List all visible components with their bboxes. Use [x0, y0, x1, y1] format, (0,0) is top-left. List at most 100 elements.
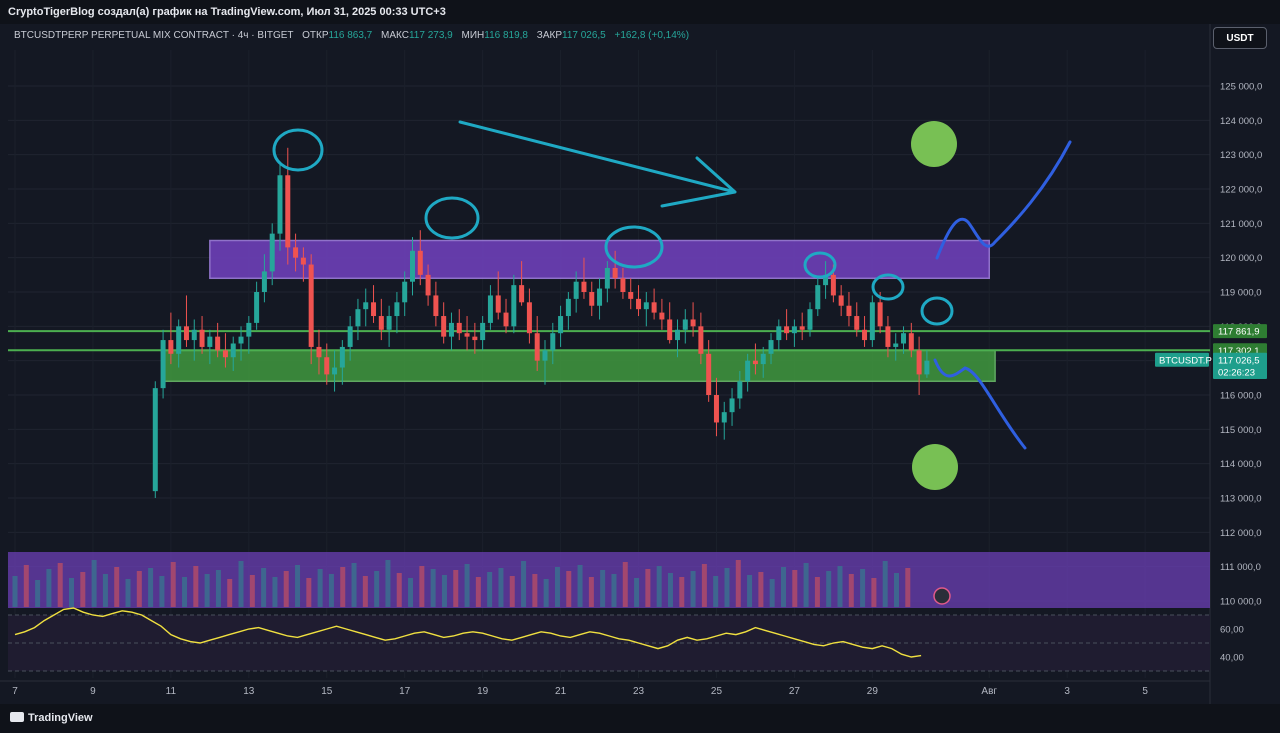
- volume-bar: [475, 577, 481, 607]
- y-tick-label: 113 000,0: [1220, 494, 1262, 505]
- candle-body: [838, 295, 844, 306]
- candle-body: [503, 312, 509, 327]
- candle-body: [830, 274, 836, 296]
- candle-body: [324, 357, 330, 375]
- candle-body: [877, 302, 883, 327]
- volume-bar: [385, 560, 391, 607]
- volume-bar: [396, 573, 402, 607]
- volume-bar: [419, 566, 425, 607]
- x-tick-label: 9: [90, 686, 96, 697]
- high-value: 117 273,9: [408, 30, 453, 41]
- tradingview-logo[interactable]: TradingView: [10, 712, 93, 724]
- candle-body: [222, 350, 228, 358]
- volume-bar: [328, 574, 334, 607]
- ohlc-legend: BTCUSDTPERP PERPETUAL MIX CONTRACT · 4ч …: [14, 30, 689, 41]
- candle-body: [534, 333, 540, 361]
- low-label: МИН: [461, 30, 485, 41]
- candle-body: [402, 281, 408, 303]
- candle-body: [768, 340, 774, 354]
- volume-bar: [170, 562, 176, 607]
- volume-bar: [46, 569, 52, 607]
- candle-body: [152, 388, 158, 492]
- candle-body: [207, 336, 213, 347]
- x-tick-label: 5: [1142, 686, 1148, 697]
- volume-bar: [871, 578, 877, 607]
- candle-body: [261, 271, 267, 293]
- volume-bar: [588, 577, 594, 607]
- x-tick-label: 29: [867, 686, 879, 697]
- volume-bar: [645, 569, 651, 607]
- volume-bar: [114, 567, 120, 607]
- candle-body: [573, 281, 579, 299]
- candle-body: [456, 322, 462, 334]
- x-tick-label: 3: [1064, 686, 1070, 697]
- y-tick-label: 125 000,0: [1220, 82, 1262, 93]
- rsi-band: [8, 615, 1210, 671]
- candle-body: [713, 395, 719, 423]
- volume-bar: [701, 564, 707, 607]
- volume-bar: [735, 560, 741, 607]
- candle-body: [441, 316, 447, 337]
- candle-body: [199, 329, 205, 347]
- volume-bar: [792, 570, 798, 607]
- volume-bar: [306, 578, 312, 607]
- volume-bar: [814, 577, 820, 607]
- volume-bar: [295, 565, 301, 607]
- volume-bar: [159, 576, 165, 607]
- volume-bar: [204, 574, 210, 607]
- symbol-tag-label: BTCUSDT.P: [1159, 355, 1212, 366]
- volume-bar: [894, 573, 900, 607]
- candle-body: [355, 309, 361, 327]
- y-tick-label: 123 000,0: [1220, 150, 1262, 161]
- y-tick-label: 116 000,0: [1220, 391, 1262, 402]
- volume-bar: [656, 566, 662, 607]
- candle-body: [542, 350, 548, 361]
- candle-body: [339, 346, 345, 368]
- volume-bar: [453, 570, 459, 607]
- candle-body: [433, 295, 439, 317]
- candle-body: [597, 288, 603, 306]
- candle-body: [472, 336, 478, 341]
- candle-body: [760, 353, 766, 365]
- y-tick-label: 120 000,0: [1220, 253, 1262, 264]
- y-tick-label: 121 000,0: [1220, 219, 1262, 230]
- tradingview-logo-icon: [10, 712, 24, 722]
- volume-bar: [747, 575, 753, 607]
- volume-bar: [860, 569, 866, 607]
- candle-body: [183, 326, 189, 341]
- x-tick-label: 19: [477, 686, 489, 697]
- volume-bar: [408, 578, 414, 607]
- change-value: +162,8 (+0,14%): [614, 30, 690, 41]
- candle-body: [511, 285, 517, 327]
- candle-body: [300, 257, 306, 265]
- candle-body: [371, 302, 377, 317]
- candle-body: [620, 278, 626, 293]
- volume-bar: [758, 572, 764, 607]
- candle-body: [394, 302, 400, 317]
- y-tick-label: 112 000,0: [1220, 528, 1262, 539]
- volume-bar: [905, 568, 911, 607]
- volume-bar: [91, 560, 97, 607]
- x-tick-label: 25: [711, 686, 723, 697]
- volume-bar: [521, 561, 527, 607]
- x-tick-label: 27: [789, 686, 801, 697]
- volume-bar: [374, 571, 380, 607]
- volume-bar: [634, 578, 640, 607]
- candle-body: [721, 412, 727, 423]
- candle-body: [363, 302, 369, 310]
- symbol-label[interactable]: BTCUSDTPERP PERPETUAL MIX CONTRACT · 4ч …: [14, 30, 293, 41]
- volume-bar: [803, 563, 809, 607]
- volume-bar: [238, 561, 244, 607]
- x-tick-label: 13: [243, 686, 255, 697]
- price-chart[interactable]: 125 000,0 124 000,0 123 000,0 122 000,0 121 …: [0, 0, 1280, 733]
- candle-body: [628, 292, 634, 299]
- candle-body: [378, 316, 384, 330]
- candle-body: [674, 329, 680, 341]
- volume-bar: [362, 576, 368, 607]
- downside-target-dot: [912, 444, 958, 490]
- currency-button[interactable]: USDT: [1213, 27, 1267, 49]
- candle-body: [293, 247, 299, 258]
- volume-bar: [441, 575, 447, 607]
- x-tick-label: 21: [555, 686, 567, 697]
- candle-body: [776, 326, 782, 341]
